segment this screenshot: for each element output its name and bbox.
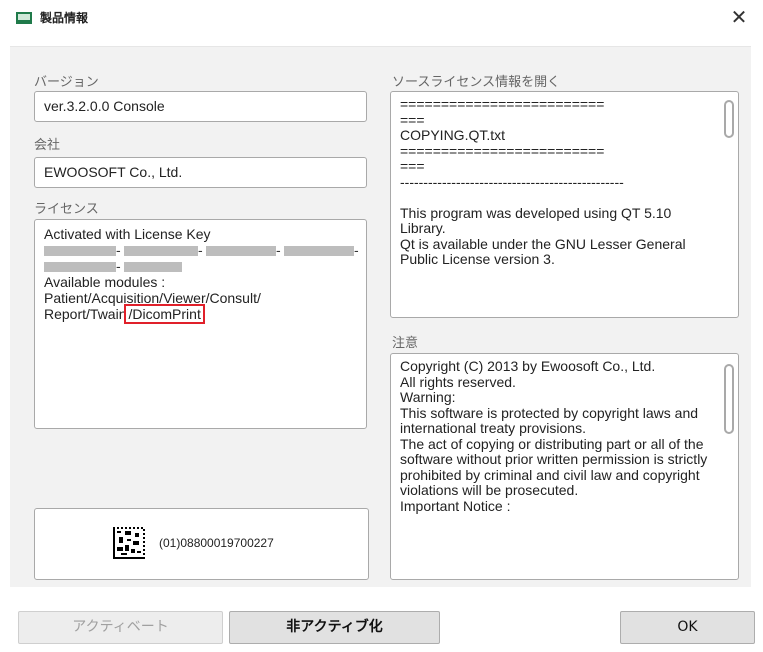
deactivate-button[interactable]: 非アクティブ化	[229, 611, 440, 644]
close-icon[interactable]: ✕	[725, 4, 753, 30]
license-key-mask	[44, 262, 116, 272]
license-key-row-1: - - - -	[44, 242, 359, 258]
license-key-dash: -	[116, 242, 121, 258]
source-license-box[interactable]: ========================= === COPYING.QT…	[390, 91, 739, 318]
notice-box[interactable]: Copyright (C) 2013 by Ewoosoft Co., Ltd.…	[390, 353, 739, 580]
activate-button[interactable]: アクティベート	[18, 611, 223, 644]
modules-line-3: Report/Twain/DicomPrint	[44, 304, 357, 324]
app-icon	[16, 12, 32, 24]
license-key-mask	[44, 246, 116, 256]
window-title: 製品情報	[40, 11, 89, 25]
source-license-label[interactable]: ソースライセンス情報を開く	[392, 71, 560, 90]
available-modules-label: Available modules :	[44, 274, 166, 290]
license-key-dash: -	[276, 242, 281, 258]
license-key-dash: -	[198, 242, 203, 258]
company-field: EWOOSOFT Co., Ltd.	[34, 157, 367, 188]
barcode-text: (01)08800019700227	[159, 536, 274, 550]
barcode-box: (01)08800019700227	[34, 508, 369, 580]
license-key-dash: -	[354, 242, 359, 258]
license-key-row-2: -	[44, 258, 357, 274]
title-bar: 製品情報 ✕	[0, 0, 763, 36]
dicomprint-highlight: /DicomPrint	[124, 304, 205, 324]
company-label: 会社	[34, 138, 61, 153]
license-key-dash: -	[116, 258, 121, 274]
scrollbar-thumb[interactable]	[724, 364, 734, 434]
scrollbar-thumb[interactable]	[724, 100, 734, 138]
version-field: ver.3.2.0.0 Console	[34, 91, 367, 122]
source-license-text: ========================= === COPYING.QT…	[400, 96, 686, 267]
datamatrix-icon	[113, 527, 145, 559]
license-key-mask	[124, 262, 182, 272]
license-key-mask	[206, 246, 276, 256]
ok-button[interactable]: OK	[620, 611, 755, 644]
license-key-mask	[284, 246, 354, 256]
notice-label: 注意	[392, 336, 419, 351]
license-label: ライセンス	[34, 202, 99, 217]
license-box: Activated with License Key - - - - - Ava…	[34, 219, 367, 429]
license-activated-text: Activated with License Key	[44, 226, 211, 242]
version-label: バージョン	[34, 75, 99, 90]
modules-line-3-prefix: Report/Twain	[44, 306, 127, 322]
notice-text: Copyright (C) 2013 by Ewoosoft Co., Ltd.…	[400, 358, 708, 514]
license-key-mask	[124, 246, 198, 256]
